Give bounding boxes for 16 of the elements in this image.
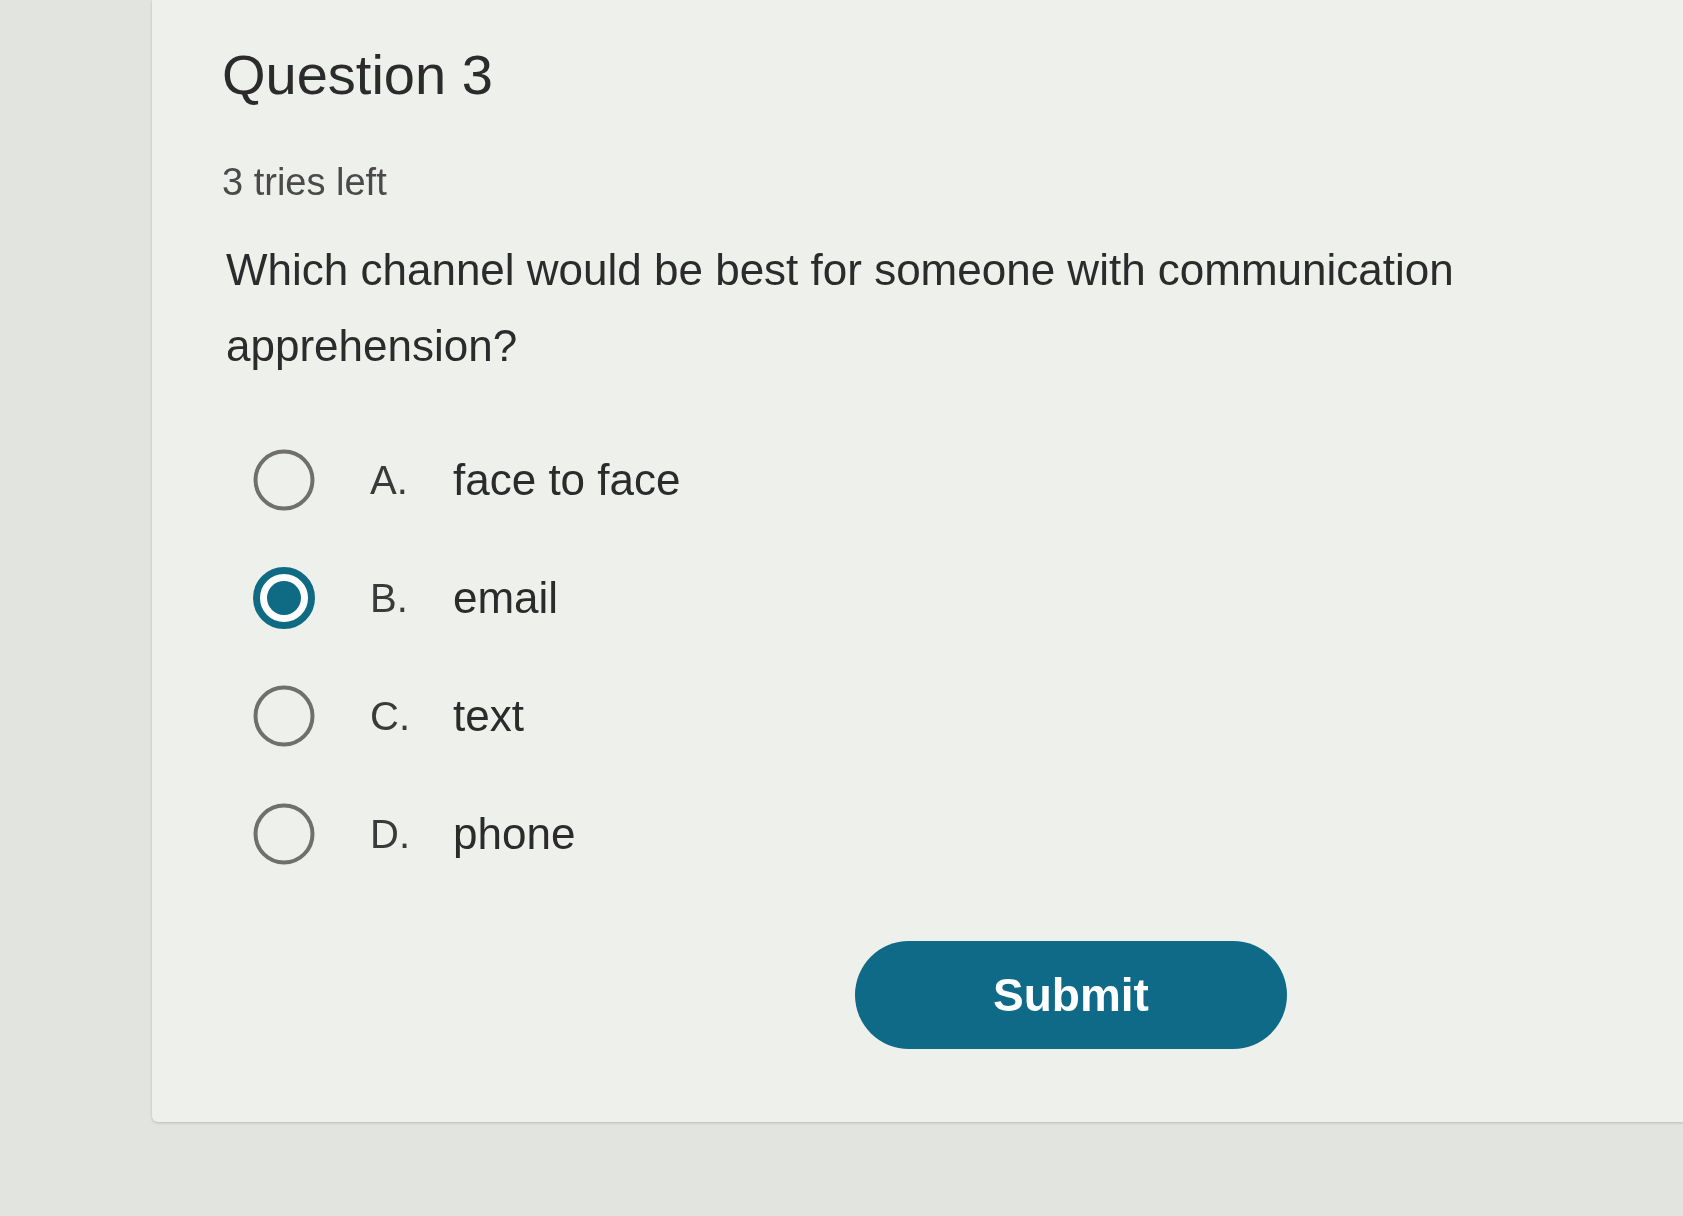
option-label: text bbox=[453, 690, 524, 742]
option-label: phone bbox=[453, 808, 576, 860]
question-title: Question 3 bbox=[222, 42, 493, 108]
option-letter: C. bbox=[370, 693, 411, 740]
option-letter: D. bbox=[370, 811, 411, 858]
tries-left-text: 3 tries left bbox=[222, 160, 387, 205]
option-label: email bbox=[453, 572, 559, 624]
question-text: Which channel would be best for someone with communication apprehension? bbox=[226, 244, 1455, 372]
radio-selected-icon[interactable] bbox=[253, 567, 315, 629]
option-label: face to face bbox=[453, 454, 681, 506]
radio-icon[interactable] bbox=[253, 449, 315, 511]
radio-icon[interactable] bbox=[253, 803, 315, 865]
submit-button[interactable]: Submit bbox=[855, 941, 1287, 1049]
option-letter: A. bbox=[370, 457, 409, 504]
option-letter: B. bbox=[370, 575, 409, 622]
radio-icon[interactable] bbox=[253, 685, 315, 747]
